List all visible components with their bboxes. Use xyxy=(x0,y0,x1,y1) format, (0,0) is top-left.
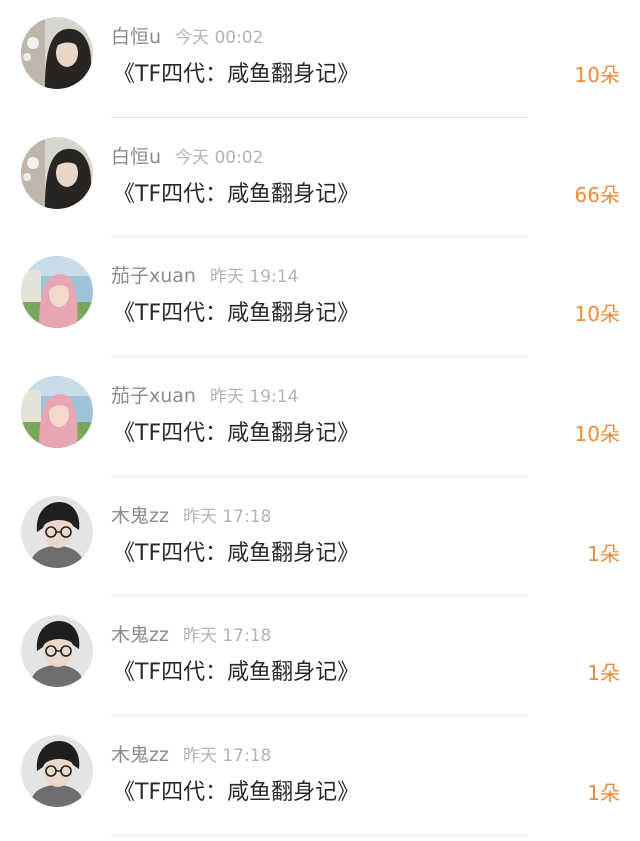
timestamp: 昨天 19:14 xyxy=(209,267,299,288)
flower-count: 1朵 xyxy=(587,541,620,566)
user-avatar[interactable] xyxy=(21,495,93,568)
book-title[interactable]: 《TF四代：咸鱼翻身记》 xyxy=(113,58,359,92)
avatar-female-dark-hair-icon xyxy=(21,17,93,89)
divider xyxy=(111,595,528,597)
gift-record-list: 白恒u 今天 00:02 《TF四代：咸鱼翻身记》 10朵 白恒u 今天 00:02… xyxy=(0,0,640,841)
username[interactable]: 木鬼zz xyxy=(111,624,169,646)
username[interactable]: 茄子xuan xyxy=(111,385,196,407)
timestamp: 昨天 17:18 xyxy=(182,626,272,647)
item-meta: 木鬼zz 昨天 17:18 xyxy=(111,622,271,648)
username[interactable]: 白恒u xyxy=(111,146,161,168)
item-meta: 白恒u 今天 00:02 xyxy=(111,144,263,170)
username[interactable]: 木鬼zz xyxy=(111,744,169,766)
flower-count: 1朵 xyxy=(587,781,620,806)
list-item[interactable]: 木鬼zz 昨天 17:18 《TF四代：咸鱼翻身记》 1朵 xyxy=(0,479,640,599)
timestamp: 今天 00:02 xyxy=(175,147,264,168)
divider xyxy=(111,356,528,358)
list-item[interactable]: 木鬼zz 昨天 17:18 《TF四代：咸鱼翻身记》 1朵 xyxy=(0,598,640,718)
divider xyxy=(111,116,528,118)
flower-count: 10朵 xyxy=(574,63,620,87)
avatar-male-glasses-icon xyxy=(21,495,93,568)
avatar-female-pink-hair-icon xyxy=(21,256,93,329)
book-title[interactable]: 《TF四代：咸鱼翻身记》 xyxy=(113,297,359,331)
timestamp: 昨天 17:18 xyxy=(182,506,272,527)
timestamp: 昨天 19:14 xyxy=(209,387,299,408)
book-title[interactable]: 《TF四代：咸鱼翻身记》 xyxy=(113,537,359,571)
list-item[interactable]: 白恒u 今天 00:02 《TF四代：咸鱼翻身记》 10朵 xyxy=(0,0,640,120)
username[interactable]: 白恒u xyxy=(111,26,161,48)
avatar-male-glasses-icon xyxy=(21,735,93,808)
divider xyxy=(111,236,528,238)
user-avatar[interactable] xyxy=(21,256,93,329)
item-meta: 茄子xuan 昨天 19:14 xyxy=(111,263,298,289)
username[interactable]: 木鬼zz xyxy=(111,505,169,527)
user-avatar[interactable] xyxy=(21,376,93,449)
book-title[interactable]: 《TF四代：咸鱼翻身记》 xyxy=(113,417,359,451)
item-meta: 茄子xuan 昨天 19:14 xyxy=(111,383,298,409)
flower-count: 10朵 xyxy=(574,302,620,327)
divider xyxy=(111,475,528,477)
username[interactable]: 茄子xuan xyxy=(111,265,196,287)
timestamp: 今天 00:02 xyxy=(175,28,264,48)
divider xyxy=(111,834,528,836)
avatar-female-dark-hair-icon xyxy=(21,136,93,209)
list-item[interactable]: 茄子xuan 昨天 19:14 《TF四代：咸鱼翻身记》 10朵 xyxy=(0,239,640,359)
user-avatar[interactable] xyxy=(21,735,93,808)
item-meta: 木鬼zz 昨天 17:18 xyxy=(111,503,271,529)
list-item[interactable]: 木鬼zz 昨天 17:18 《TF四代：咸鱼翻身记》 1朵 xyxy=(0,718,640,838)
flower-count: 66朵 xyxy=(574,182,620,207)
flower-count: 1朵 xyxy=(587,661,620,686)
list-item[interactable]: 白恒u 今天 00:02 《TF四代：咸鱼翻身记》 66朵 xyxy=(0,120,640,240)
user-avatar[interactable] xyxy=(21,17,93,89)
item-meta: 白恒u 今天 00:02 xyxy=(111,24,263,50)
user-avatar[interactable] xyxy=(21,615,93,688)
list-item[interactable]: 茄子xuan 昨天 19:14 《TF四代：咸鱼翻身记》 10朵 xyxy=(0,359,640,479)
divider xyxy=(111,715,528,717)
flower-count: 10朵 xyxy=(574,422,620,447)
avatar-female-pink-hair-icon xyxy=(21,376,93,449)
book-title[interactable]: 《TF四代：咸鱼翻身记》 xyxy=(113,776,359,810)
user-avatar[interactable] xyxy=(21,136,93,209)
book-title[interactable]: 《TF四代：咸鱼翻身记》 xyxy=(113,178,359,212)
book-title[interactable]: 《TF四代：咸鱼翻身记》 xyxy=(113,656,359,690)
timestamp: 昨天 17:18 xyxy=(182,746,272,767)
avatar-male-glasses-icon xyxy=(21,615,93,688)
item-meta: 木鬼zz 昨天 17:18 xyxy=(111,742,271,768)
